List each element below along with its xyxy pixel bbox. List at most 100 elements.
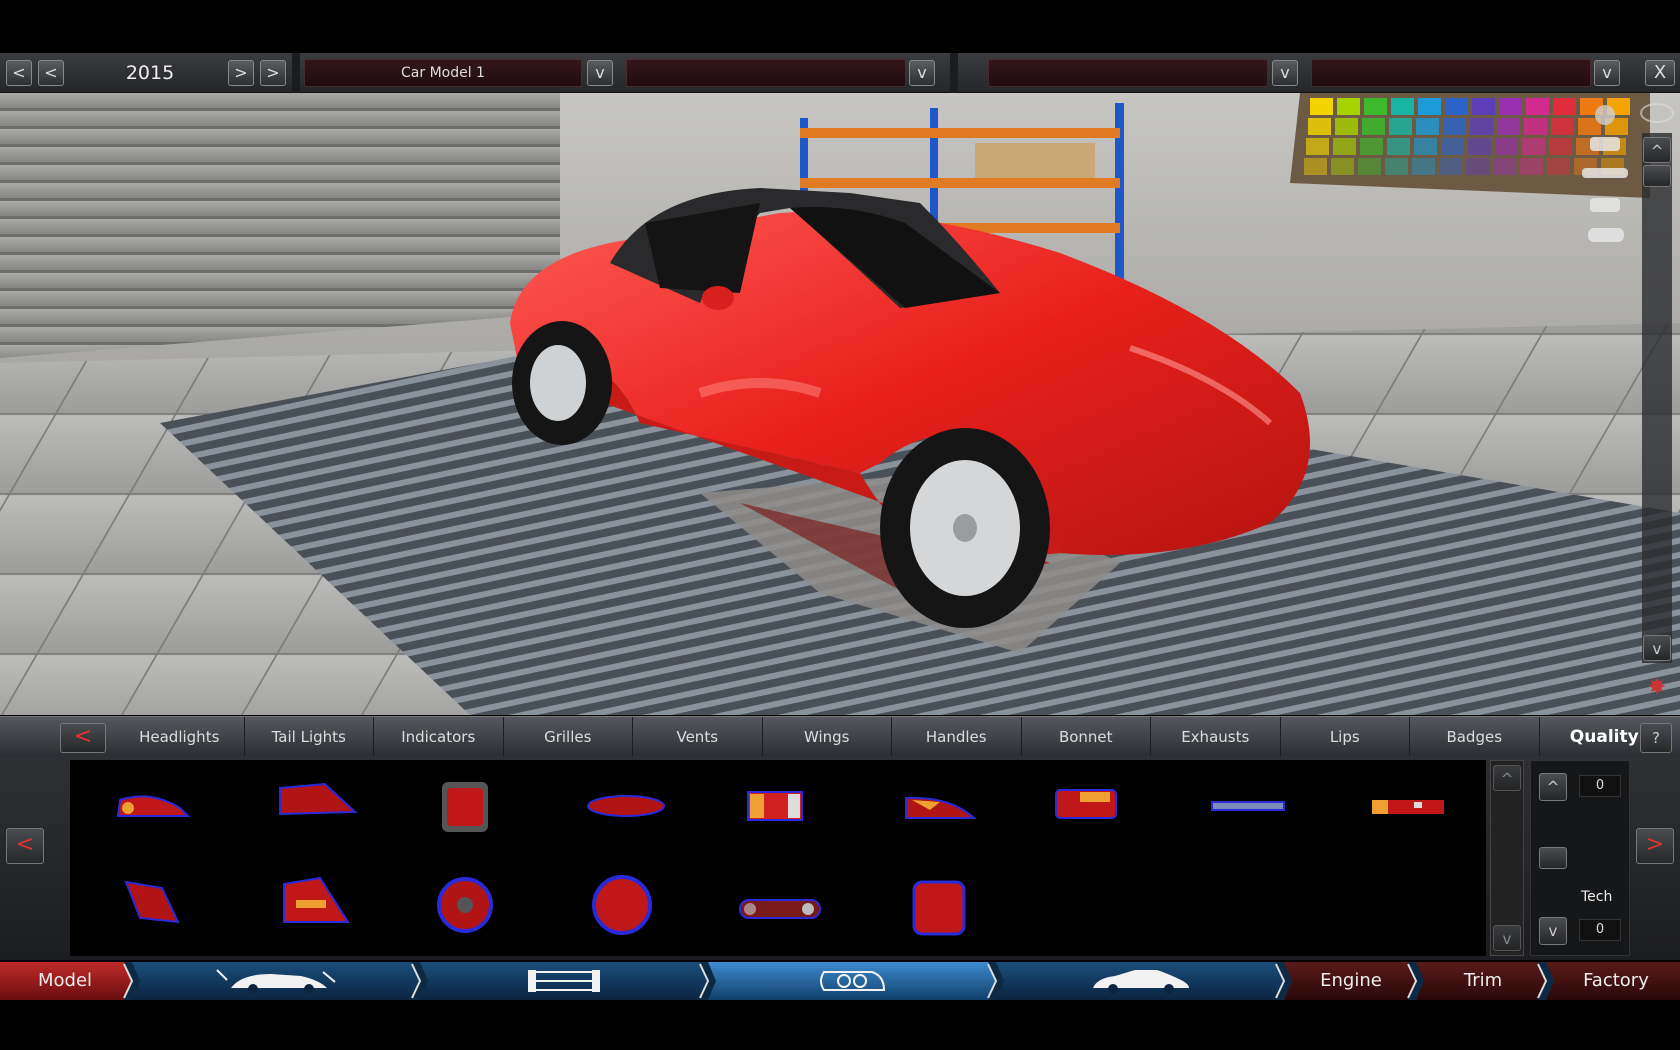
garage-scene [0, 93, 1680, 715]
part-item-8 [1211, 801, 1285, 811]
viewport-scroll-down-button[interactable]: v [1643, 635, 1671, 661]
dropdown-3-arrow[interactable]: v [1272, 60, 1298, 86]
color-swatch [1337, 98, 1360, 115]
tab-vents[interactable]: Vents [633, 717, 763, 757]
color-swatch [1499, 98, 1522, 115]
car-model-dropdown-arrow[interactable]: v [587, 60, 613, 86]
parts-prev-page-button[interactable]: < [6, 828, 44, 864]
color-swatch [1418, 98, 1441, 115]
part-item-7 [1055, 789, 1117, 819]
help-button[interactable]: ? [1640, 723, 1672, 753]
chassis-icon[interactable] [428, 962, 700, 1000]
color-swatch [1443, 118, 1466, 135]
color-swatch [1441, 138, 1464, 155]
part-item-3 [442, 782, 488, 832]
nav-model[interactable]: Model [0, 962, 130, 1000]
part-item-12 [437, 877, 493, 933]
eye-toggle-icon[interactable] [1640, 103, 1674, 123]
dropdown-4-arrow[interactable]: v [1594, 60, 1620, 86]
color-swatch [1304, 158, 1327, 175]
tab-exhausts[interactable]: Exhausts [1151, 717, 1281, 757]
separator [292, 53, 300, 93]
year-prev-button[interactable]: < [38, 60, 64, 86]
parts-list-down-button[interactable]: v [1493, 925, 1521, 951]
parts-list-scrollbar[interactable]: ^ v [1490, 760, 1524, 956]
color-swatch [1522, 138, 1545, 155]
color-swatch [1551, 118, 1574, 135]
color-swatch [1416, 118, 1439, 135]
part-item-14 [739, 899, 821, 919]
dropdown-2[interactable] [626, 59, 906, 87]
color-swatch [1497, 118, 1520, 135]
nav-factory[interactable]: Factory [1552, 962, 1680, 1000]
part-item-5 [747, 791, 803, 821]
view-reset-icon[interactable]: ✸ [1642, 675, 1672, 701]
parts-list-up-button[interactable]: ^ [1493, 765, 1521, 791]
top-toolbar: < < 2015 > > Car Model 1 v v v v X [0, 53, 1680, 93]
parts-next-page-button[interactable]: > [1636, 828, 1674, 864]
tech-up-button[interactable]: ^ [1539, 773, 1567, 801]
color-swatch [1495, 138, 1518, 155]
top-value: 0 [1579, 775, 1621, 797]
tab-wings[interactable]: Wings [763, 717, 892, 757]
color-swatch [1414, 138, 1437, 155]
color-swatch [1439, 158, 1462, 175]
separator [950, 53, 958, 93]
parts-grid-items [116, 782, 1444, 936]
headlight-icon[interactable] [716, 962, 988, 1000]
tab-badges[interactable]: Badges [1410, 717, 1540, 757]
color-swatch [1358, 158, 1381, 175]
color-swatch [1520, 158, 1543, 175]
color-swatch [1468, 138, 1491, 155]
color-swatch [1310, 98, 1333, 115]
tech-slider-thumb[interactable] [1539, 847, 1567, 869]
color-swatch [1308, 118, 1331, 135]
dropdown-4[interactable] [1311, 59, 1591, 87]
color-swatch [1335, 118, 1358, 135]
color-swatch [1445, 98, 1468, 115]
dropdown-3[interactable] [988, 59, 1268, 87]
car-dimensions-icon[interactable] [140, 962, 412, 1000]
tab-handles[interactable]: Handles [892, 717, 1022, 757]
car-model-dropdown[interactable]: Car Model 1 [304, 59, 582, 87]
color-swatch [1360, 138, 1383, 155]
tab-tail-lights[interactable]: Tail Lights [245, 717, 374, 757]
part-item-4 [587, 795, 665, 817]
color-swatch [1526, 98, 1549, 115]
tab-lips[interactable]: Lips [1281, 717, 1410, 757]
parts-tab-bar: < Headlights Tail Lights Indicators Grilles… [0, 716, 1680, 757]
part-item-13 [592, 875, 652, 935]
parts-panel: < ^ v ^ 0 v Tech 0 > [0, 756, 1680, 960]
car-viewport[interactable]: ^ v ✸ [0, 93, 1680, 715]
color-swatch [1470, 118, 1493, 135]
year-next-button[interactable]: > [228, 60, 254, 86]
tab-indicators[interactable]: Indicators [374, 717, 504, 757]
tech-label: Tech [1581, 889, 1613, 905]
color-swatch [1493, 158, 1516, 175]
dropdown-2-arrow[interactable]: v [909, 60, 935, 86]
tab-bonnet[interactable]: Bonnet [1022, 717, 1151, 757]
tab-headlights[interactable]: Headlights [115, 717, 245, 757]
app-window: < < 2015 > > Car Model 1 v v v v X ^ v ✸… [0, 0, 1680, 1050]
color-swatch [1362, 118, 1385, 135]
color-swatch [1553, 98, 1576, 115]
color-swatch [1385, 158, 1408, 175]
tab-grilles[interactable]: Grilles [504, 717, 633, 757]
tabs-back-button[interactable]: < [60, 723, 106, 753]
year-prev-far-button[interactable]: < [6, 60, 32, 86]
part-item-11 [283, 876, 350, 923]
color-swatch [1547, 158, 1570, 175]
close-button[interactable]: X [1645, 60, 1675, 86]
nav-trim[interactable]: Trim [1422, 962, 1544, 1000]
viewport-scroll-up-button[interactable]: ^ [1643, 137, 1671, 163]
tech-down-button[interactable]: v [1539, 917, 1567, 945]
nav-engine[interactable]: Engine [1290, 962, 1412, 1000]
tech-value: 0 [1579, 919, 1621, 941]
car-body-icon[interactable] [1004, 962, 1276, 1000]
color-swatch [1472, 98, 1495, 115]
bottom-nav: Model Engine Trim Factory [0, 962, 1680, 1000]
viewport-scroll-thumb[interactable] [1643, 165, 1671, 187]
color-swatch [1364, 98, 1387, 115]
year-next-far-button[interactable]: > [260, 60, 286, 86]
parts-grid [70, 760, 1486, 956]
